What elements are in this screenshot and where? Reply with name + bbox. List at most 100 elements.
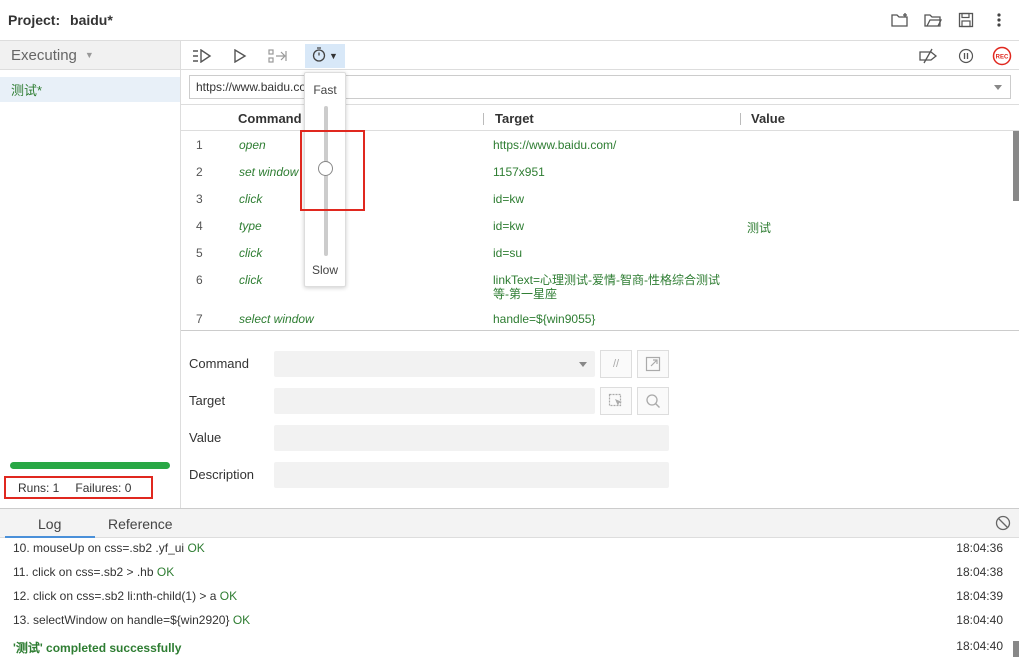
row-target: 1157x951 — [493, 165, 545, 179]
annotation-highlight-box — [300, 130, 365, 211]
log-text: 12. click on css=.sb2 li:nth-child(1) > … — [13, 589, 217, 603]
log-status: OK — [232, 613, 251, 627]
row-target: id=kw — [493, 192, 525, 206]
table-scrollbar[interactable] — [1013, 131, 1019, 201]
speed-fast-label: Fast — [313, 83, 337, 97]
header-target: Target — [495, 111, 534, 126]
row-target: id=su — [493, 246, 523, 260]
log-final-status: '测试' completed successfully — [13, 641, 182, 655]
base-url-value: https://www.baidu.co — [196, 80, 307, 94]
more-options-icon[interactable] — [989, 10, 1009, 30]
search-icon — [646, 394, 660, 408]
log-time: 18:04:40 — [956, 613, 1003, 627]
row-number: 1 — [196, 138, 203, 152]
value-label: Value — [189, 430, 222, 445]
log-time: 18:04:38 — [956, 565, 1003, 579]
chevron-down-icon[interactable] — [579, 362, 587, 367]
log-scrollbar[interactable] — [1013, 641, 1019, 657]
select-target-button[interactable] — [600, 387, 632, 415]
row-command: type — [239, 219, 262, 233]
header: Project: baidu* — [0, 0, 1019, 41]
row-target: handle=${win9055} — [493, 312, 596, 326]
open-reference-button[interactable] — [637, 350, 669, 378]
row-number: 5 — [196, 246, 203, 260]
speed-button[interactable]: ▼ — [305, 44, 345, 68]
test-item-label: 测试* — [11, 83, 43, 98]
log-text: 13. selectWindow on handle=${win2920} — [13, 613, 230, 627]
row-target: id=kw — [493, 219, 525, 233]
test-item[interactable]: 测试* — [0, 77, 180, 102]
target-input[interactable] — [274, 388, 595, 414]
row-number: 7 — [196, 312, 203, 326]
bottom-panel: Log Reference 10. mouseUp on css=.sb2 .y… — [0, 508, 1019, 657]
executing-label: Executing — [11, 46, 77, 64]
log-text: 11. click on css=.sb2 > .hb — [13, 565, 154, 579]
log-status: OK — [156, 565, 175, 579]
value-input[interactable] — [274, 425, 669, 451]
tab-reference[interactable]: Reference — [108, 516, 173, 532]
toggle-comment-button[interactable]: // — [600, 350, 632, 378]
row-command: click — [239, 192, 263, 206]
log-status: OK — [187, 541, 205, 555]
comment-icon: // — [612, 358, 620, 370]
row-command: click — [239, 273, 263, 287]
target-label: Target — [189, 393, 226, 408]
row-command: open — [239, 138, 266, 152]
log-time: 18:04:40 — [956, 639, 1003, 653]
description-label: Description — [189, 467, 255, 482]
executing-dropdown[interactable]: Executing ▼ — [0, 41, 180, 70]
log-entry: 11. click on css=.sb2 > .hb OK — [13, 565, 174, 579]
command-input[interactable] — [274, 351, 595, 377]
save-project-icon[interactable] — [956, 10, 976, 30]
chevron-down-icon: ▼ — [329, 51, 338, 61]
project-title: Project: baidu* — [8, 12, 113, 28]
column-divider — [740, 113, 741, 125]
disable-breakpoints-icon[interactable] — [917, 45, 939, 67]
record-icon[interactable]: REC — [991, 45, 1013, 67]
run-all-icon[interactable] — [191, 45, 213, 67]
row-number: 3 — [196, 192, 203, 206]
find-target-button[interactable] — [637, 387, 669, 415]
row-command: select window — [239, 312, 314, 326]
column-divider — [483, 113, 484, 125]
header-value: Value — [751, 111, 785, 126]
speed-icon — [312, 47, 326, 65]
row-target: https://www.baidu.com/ — [493, 138, 617, 152]
log-time: 18:04:39 — [956, 589, 1003, 603]
new-project-icon[interactable] — [890, 10, 910, 30]
speed-slow-label: Slow — [311, 263, 338, 277]
progress-bar — [10, 462, 170, 469]
step-icon[interactable] — [267, 45, 289, 67]
description-input[interactable] — [274, 462, 669, 488]
pause-icon[interactable] — [955, 45, 977, 67]
runs-count: Runs: 1 — [18, 480, 60, 495]
row-value: 测试 — [747, 221, 772, 235]
log-entry: 12. click on css=.sb2 li:nth-child(1) > … — [13, 589, 237, 603]
svg-text:REC: REC — [996, 55, 1009, 61]
row-number: 2 — [196, 165, 203, 179]
project-label: Project: — [8, 12, 61, 28]
select-target-icon — [608, 393, 622, 407]
log-entry: 13. selectWindow on handle=${win2920} OK — [13, 613, 250, 627]
active-tab-indicator — [5, 536, 95, 538]
open-project-icon[interactable] — [923, 10, 943, 30]
run-icon[interactable] — [229, 45, 251, 67]
log-time: 18:04:36 — [956, 541, 1003, 555]
failures-count: Failures: 0 — [75, 480, 132, 495]
chevron-down-icon: ▼ — [84, 50, 94, 60]
sidebar: Executing ▼ 测试* Runs: 1 Failures: 0 — [0, 41, 181, 508]
tab-log[interactable]: Log — [38, 516, 61, 532]
chevron-down-icon[interactable] — [994, 85, 1002, 90]
command-label: Command — [189, 356, 249, 371]
external-link-icon — [645, 356, 661, 372]
row-command: set window — [239, 165, 299, 179]
command-editor: Command // Target Value Description — [181, 332, 1019, 508]
toolbar: ▼ REC — [181, 41, 1019, 70]
row-target: linkText=心理测试-爱情-智商-性格综合测试等-第一星座 — [493, 273, 721, 301]
clear-log-icon[interactable] — [995, 515, 1011, 531]
row-command: click — [239, 246, 263, 260]
row-number: 4 — [196, 219, 203, 233]
log-text: 10. mouseUp on css=.sb2 .yf_ui — [13, 541, 185, 555]
project-name[interactable]: baidu* — [70, 12, 113, 28]
bottom-tabs: Log Reference — [0, 509, 1019, 538]
